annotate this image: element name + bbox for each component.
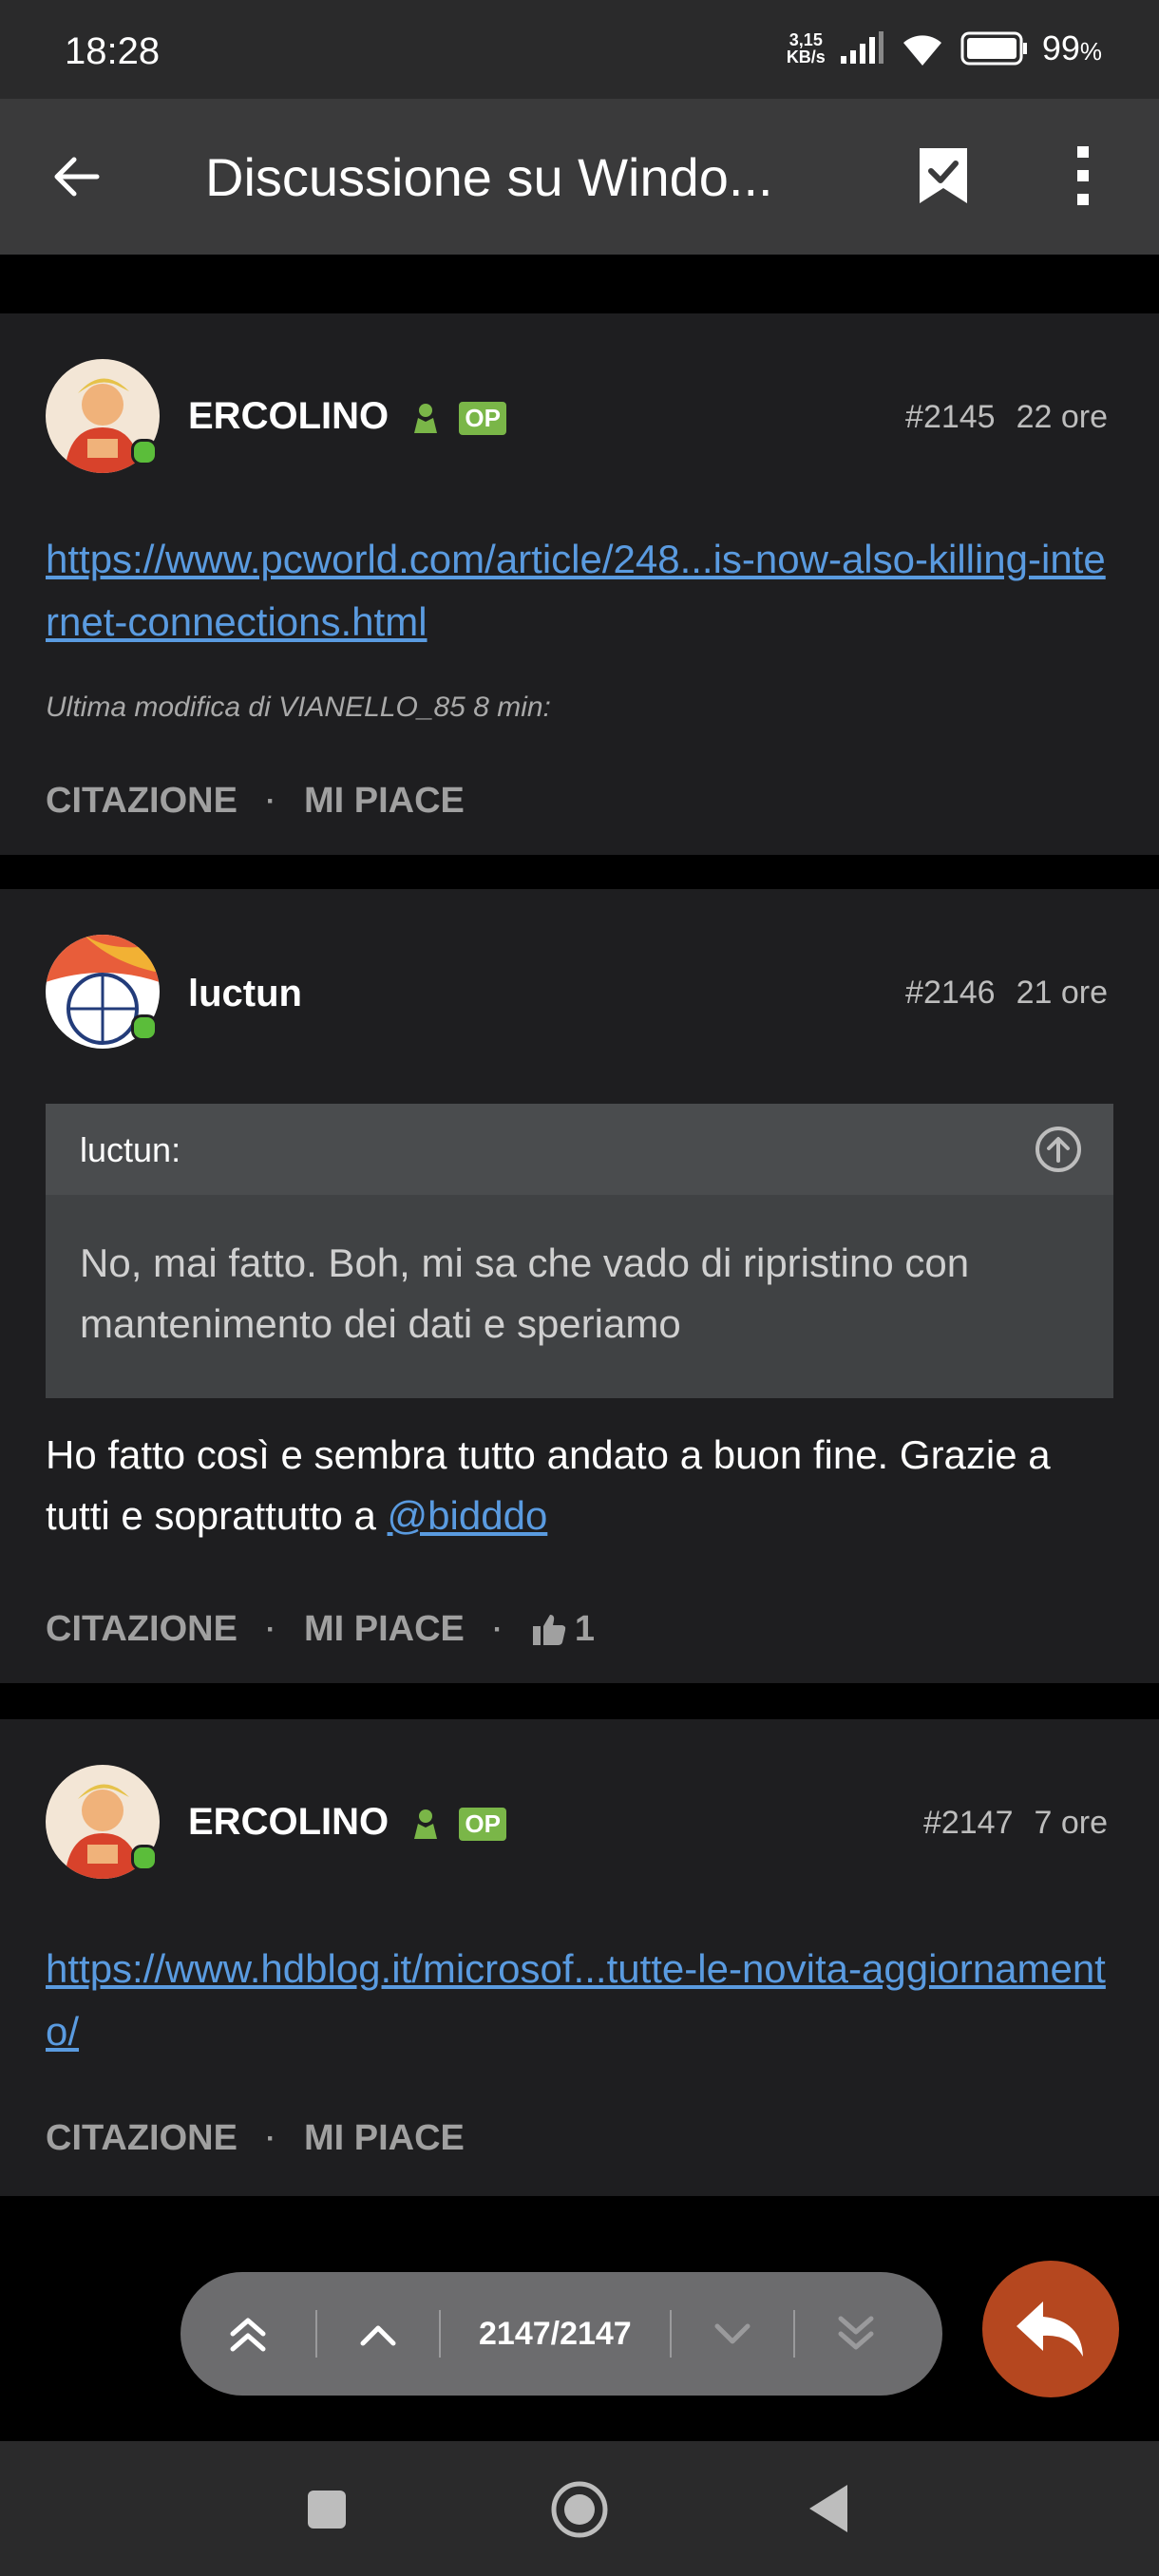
- edit-note: Ultima modifica di VIANELLO_85 8 min:: [46, 691, 551, 723]
- post-2146: luctun #2146 21 ore luctun: No, mai fatto…: [0, 889, 1159, 1683]
- post-actions: CITAZIONE · MI PIACE: [46, 2118, 465, 2159]
- quote-author: luctun:: [80, 1130, 181, 1169]
- quote-text: No, mai fatto. Boh, mi sa che vado di ri…: [80, 1241, 970, 1346]
- op-badge: OP: [459, 1807, 506, 1841]
- wifi-icon: [902, 35, 941, 66]
- post-time: 22 ore: [1016, 399, 1108, 435]
- quote-button[interactable]: CITAZIONE: [46, 2118, 238, 2159]
- network-speed: 3,15 KB/s: [787, 31, 826, 66]
- battery-percent: 99%: [1041, 28, 1102, 67]
- like-count[interactable]: 1: [531, 1609, 595, 1650]
- post-link[interactable]: https://www.hdblog.it/microsof...tutte-l…: [46, 1938, 1110, 2063]
- post-navigation-bar: 2147/2147: [180, 2272, 942, 2396]
- jump-to-last-button[interactable]: [795, 2272, 917, 2396]
- more-vertical-icon[interactable]: [1054, 142, 1112, 209]
- username-text: ERCOLINO: [188, 395, 390, 437]
- post-meta: #2147 7 ore: [923, 1805, 1108, 1842]
- status-icons: 3,15 KB/s 99%: [787, 28, 1102, 68]
- separator: ·: [265, 1613, 276, 1645]
- home-icon[interactable]: [549, 2479, 610, 2540]
- online-indicator: [131, 439, 158, 465]
- reply-icon: [1016, 2301, 1083, 2357]
- back-arrow-icon[interactable]: [48, 148, 104, 205]
- network-speed-unit: KB/s: [786, 47, 826, 66]
- post-meta: #2146 21 ore: [905, 975, 1108, 1012]
- separator: ·: [265, 785, 276, 817]
- thumbs-up-icon: [532, 1614, 566, 1645]
- chevron-down-icon: [714, 2323, 750, 2344]
- op-badge: OP: [459, 401, 506, 435]
- double-chevron-up-icon: [230, 2318, 266, 2352]
- network-speed-value: 3,15: [788, 30, 823, 49]
- like-button[interactable]: MI PIACE: [304, 1609, 465, 1650]
- signal-icon: [840, 31, 884, 64]
- separator: ·: [492, 1613, 503, 1645]
- quote-button[interactable]: CITAZIONE: [46, 781, 238, 822]
- post-actions: CITAZIONE · MI PIACE · 1: [46, 1609, 595, 1650]
- username[interactable]: ERCOLINO OP: [188, 1801, 506, 1844]
- post-meta: #2145 22 ore: [905, 399, 1108, 436]
- post-body: Ho fatto così e sembra tutto andato a bu…: [46, 1425, 1110, 1546]
- bookmark-check-icon[interactable]: [916, 144, 971, 207]
- username-text: luctun: [188, 973, 302, 1014]
- like-button[interactable]: MI PIACE: [304, 2118, 465, 2159]
- quote-header: luctun:: [46, 1104, 1113, 1195]
- post-body-text: Ho fatto così e sembra tutto andato a bu…: [46, 1432, 1051, 1538]
- quote-block: luctun: No, mai fatto. Boh, mi sa che va…: [46, 1104, 1113, 1398]
- post-actions: CITAZIONE · MI PIACE: [46, 781, 465, 822]
- previous-post-button[interactable]: [317, 2272, 439, 2396]
- chevron-up-icon: [360, 2325, 396, 2346]
- post-time: 7 ore: [1034, 1805, 1109, 1841]
- quote-button[interactable]: CITAZIONE: [46, 1609, 238, 1650]
- username-text: ERCOLINO: [188, 1801, 390, 1843]
- topic-title: Discussione su Windo...: [205, 147, 773, 207]
- battery-icon: [960, 31, 1027, 66]
- app-bar: Discussione su Windo...: [0, 99, 1159, 255]
- jump-to-first-button[interactable]: [180, 2272, 315, 2396]
- double-chevron-down-icon: [838, 2316, 874, 2350]
- post-counter[interactable]: 2147/2147: [441, 2316, 670, 2353]
- mention-link[interactable]: @bidddo: [388, 1493, 548, 1538]
- post-2147: ERCOLINO OP #2147 7 ore https://www.hdblo…: [0, 1719, 1159, 2196]
- post-link[interactable]: https://www.pcworld.com/article/248...is…: [46, 528, 1110, 653]
- separator: ·: [265, 2122, 276, 2154]
- recents-icon[interactable]: [306, 2489, 348, 2530]
- system-navigation-bar: [0, 2441, 1159, 2576]
- jump-to-quote-icon[interactable]: [1034, 1125, 1083, 1174]
- online-indicator: [131, 1845, 158, 1871]
- post-number[interactable]: #2147: [923, 1805, 1014, 1841]
- post-2145: ERCOLINO OP #2145 22 ore https://www.pcwo…: [0, 313, 1159, 855]
- username[interactable]: ERCOLINO OP: [188, 395, 506, 438]
- moderator-icon: [414, 1809, 438, 1840]
- status-time: 18:28: [65, 30, 161, 72]
- username[interactable]: luctun: [188, 973, 302, 1015]
- like-count-value: 1: [574, 1609, 595, 1649]
- status-bar: 18:28 3,15 KB/s 99%: [0, 0, 1159, 99]
- post-time: 21 ore: [1016, 975, 1108, 1011]
- online-indicator: [131, 1014, 158, 1041]
- post-number[interactable]: #2145: [905, 399, 996, 435]
- like-button[interactable]: MI PIACE: [304, 781, 465, 822]
- back-triangle-icon[interactable]: [808, 2483, 849, 2534]
- post-number[interactable]: #2146: [905, 975, 996, 1011]
- moderator-icon: [414, 404, 438, 434]
- reply-button[interactable]: [982, 2261, 1119, 2397]
- next-post-button[interactable]: [672, 2272, 793, 2396]
